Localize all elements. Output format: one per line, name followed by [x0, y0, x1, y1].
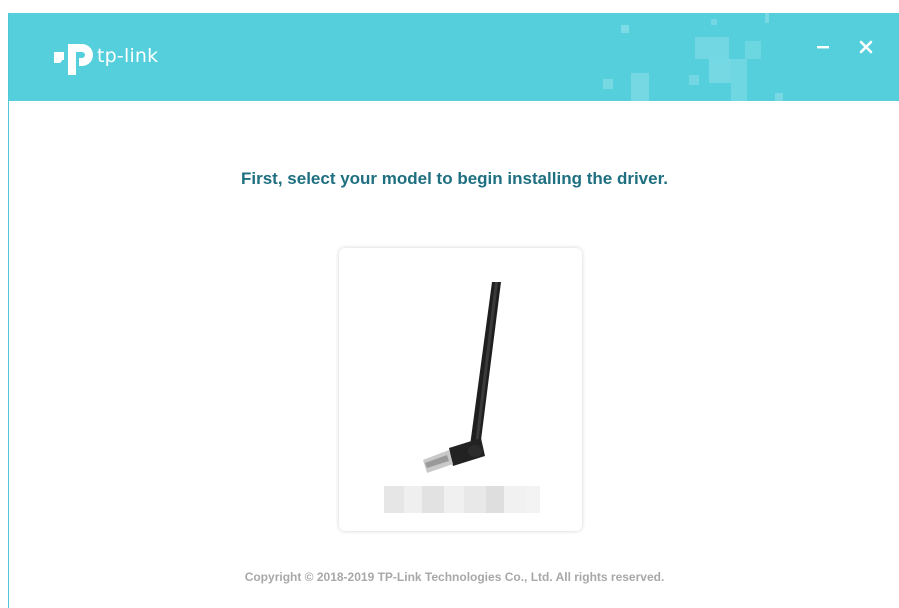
model-card[interactable] [339, 248, 582, 531]
copyright-text: Copyright © 2018-2019 TP-Link Technologi… [244, 570, 665, 584]
tp-link-logo-icon [54, 44, 93, 75]
model-name-label [384, 486, 540, 513]
minimize-icon [817, 46, 829, 49]
close-icon [859, 40, 873, 54]
minimize-button[interactable] [809, 35, 837, 59]
usb-adapter-image [423, 282, 501, 473]
close-button[interactable] [852, 35, 880, 59]
tp-link-logo: tp-link [51, 36, 158, 76]
page-heading: First, select your model to begin instal… [241, 169, 668, 188]
installer-window: tp-link First, select your model to begi… [8, 13, 899, 608]
decorative-pattern [603, 13, 783, 101]
title-bar[interactable]: tp-link [9, 13, 899, 101]
logo-text: tp-link [97, 45, 159, 67]
